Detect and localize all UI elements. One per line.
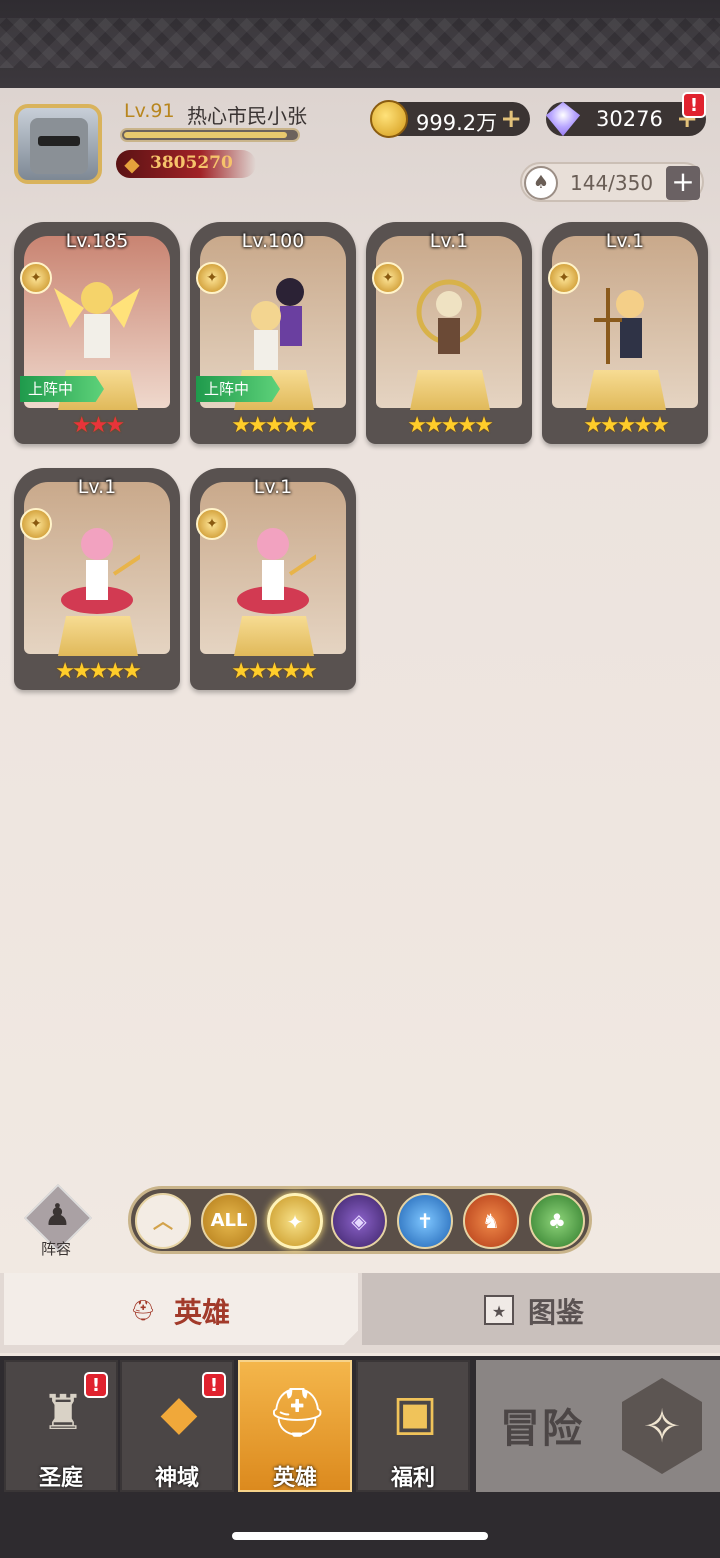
avatar-visor xyxy=(38,136,80,146)
hero-card[interactable]: Lv.100 ✦ 上阵中 ★★★★★ xyxy=(190,222,356,444)
filter-all-button[interactable]: ALL xyxy=(201,1193,257,1249)
filter-water-button[interactable]: ✝ xyxy=(397,1193,453,1249)
player-avatar[interactable] xyxy=(8,96,108,188)
hero-card[interactable]: Lv.1 ✦ ★★★★★ xyxy=(14,468,180,690)
nav-sanctuary-label: 圣庭 xyxy=(38,1466,83,1491)
nav-adventure-label: 冒险 xyxy=(500,1406,584,1452)
compass-icon: ✧ xyxy=(622,1378,702,1474)
xp-bar xyxy=(120,128,300,142)
hero-sprite xyxy=(251,278,304,370)
gold-coin-icon xyxy=(370,100,408,138)
top-banner xyxy=(0,0,720,88)
lineup-label: 阵容 xyxy=(40,1240,71,1258)
hero-card[interactable]: Lv.185 ✦ 上阵中 ★★★ xyxy=(14,222,180,444)
hero-sprite xyxy=(237,528,316,614)
power-gem-icon: ◆ xyxy=(124,152,140,176)
avatar-face xyxy=(30,118,88,174)
hero-capacity-icon: ♠ xyxy=(524,166,558,200)
hero-capacity-count: 144/350 xyxy=(570,171,654,195)
hero-stars: ★★★★★ xyxy=(583,413,670,438)
hero-sprite xyxy=(416,279,482,354)
light-element-icon: ✦ xyxy=(196,262,228,294)
add-gold-button[interactable]: + xyxy=(500,104,522,134)
diamond-amount: 30276 xyxy=(596,107,663,131)
star-book-icon: ★ xyxy=(484,1295,514,1325)
player-level: Lv.91 xyxy=(124,100,175,122)
power-value: 3805270 xyxy=(150,153,233,173)
hero-level: Lv.1 xyxy=(429,230,469,252)
element-filter-bar: ︿ ALL ✦ ◈ ✝ ♞ ♣ xyxy=(128,1186,592,1254)
expand-capacity-button[interactable]: + xyxy=(666,166,700,200)
banner-pattern xyxy=(0,18,720,68)
collapse-filter-button[interactable]: ︿ xyxy=(135,1193,191,1249)
hero-level: Lv.1 xyxy=(253,476,293,498)
gold-amount: 999.2万 xyxy=(416,111,498,135)
combat-power: ◆ 3805270 xyxy=(116,150,256,178)
hero-level: Lv.1 xyxy=(77,476,117,498)
home-indicator[interactable] xyxy=(232,1532,488,1540)
hero-helmet-icon: ⛑ xyxy=(130,1298,156,1322)
hero-stars: ★★★★★ xyxy=(55,659,142,684)
hero-stars: ★★★★★ xyxy=(231,413,318,438)
nav-divine-label: 神域 xyxy=(154,1466,199,1491)
tab-heroes[interactable]: ⛑ 英雄 xyxy=(4,1273,358,1345)
hero-sprite xyxy=(54,282,140,358)
hero-level: Lv.100 xyxy=(241,230,305,252)
hero-stars: ★★★★★ xyxy=(231,659,318,684)
light-element-icon: ✦ xyxy=(20,262,52,294)
nav-heroes[interactable]: ⛑ 英雄 xyxy=(238,1360,352,1492)
lineup-button[interactable]: ♟ 阵容 xyxy=(22,1184,92,1258)
hero-card[interactable]: Lv.1 ✦ ★★★★★ xyxy=(366,222,532,444)
tab-heroes-label: 英雄 xyxy=(174,1296,231,1329)
hero-level: Lv.1 xyxy=(605,230,645,252)
gold-resource: 999.2万 + xyxy=(370,100,530,138)
light-element-icon: ✦ xyxy=(196,508,228,540)
divine-alert-badge: ! xyxy=(202,1372,226,1398)
horned-helmet-icon: ⛑ xyxy=(266,1385,328,1441)
sanctuary-alert-badge: ! xyxy=(84,1372,108,1398)
deployed-tag: 上阵中 xyxy=(20,376,104,402)
chess-pawn-icon: ♟ xyxy=(44,1198,71,1233)
light-element-icon: ✦ xyxy=(548,262,580,294)
filter-fire-button[interactable]: ♞ xyxy=(463,1193,519,1249)
light-element-icon: ✦ xyxy=(20,508,52,540)
diamond-alert-badge: ! xyxy=(682,92,706,118)
filter-nature-button[interactable]: ♣ xyxy=(529,1193,585,1249)
nav-welfare-label: 福利 xyxy=(390,1466,435,1491)
hero-sprite xyxy=(594,288,644,364)
hero-capacity: ♠ 144/350 + xyxy=(520,162,704,202)
filter-dark-button[interactable]: ◈ xyxy=(331,1193,387,1249)
deployed-tag: 上阵中 xyxy=(196,376,280,402)
xp-bar-fill xyxy=(124,132,287,138)
player-name: 热心市民小张 xyxy=(187,104,307,128)
tab-codex[interactable]: ★ 图鉴 xyxy=(362,1273,720,1345)
hero-card[interactable]: Lv.1 ✦ ★★★★★ xyxy=(542,222,708,444)
nav-heroes-label: 英雄 xyxy=(272,1466,317,1491)
hero-card[interactable]: Lv.1 ✦ ★★★★★ xyxy=(190,468,356,690)
hero-stars: ★★★★★ xyxy=(407,413,494,438)
light-element-icon: ✦ xyxy=(372,262,404,294)
hero-sprite xyxy=(61,528,140,614)
tab-codex-label: 图鉴 xyxy=(528,1296,585,1329)
home-bar xyxy=(0,1496,720,1558)
hero-level: Lv.185 xyxy=(65,230,129,252)
nav-adventure[interactable]: 冒险 ✧ xyxy=(476,1360,720,1492)
hero-stars: ★★★ xyxy=(71,413,125,438)
treasure-chest-icon: ▣ xyxy=(392,1385,438,1441)
hero-subtabs: ⛑ 英雄 ★ 图鉴 xyxy=(0,1273,720,1353)
filter-light-button[interactable]: ✦ xyxy=(267,1193,323,1249)
nav-welfare[interactable]: ▣ 福利 xyxy=(356,1360,470,1492)
